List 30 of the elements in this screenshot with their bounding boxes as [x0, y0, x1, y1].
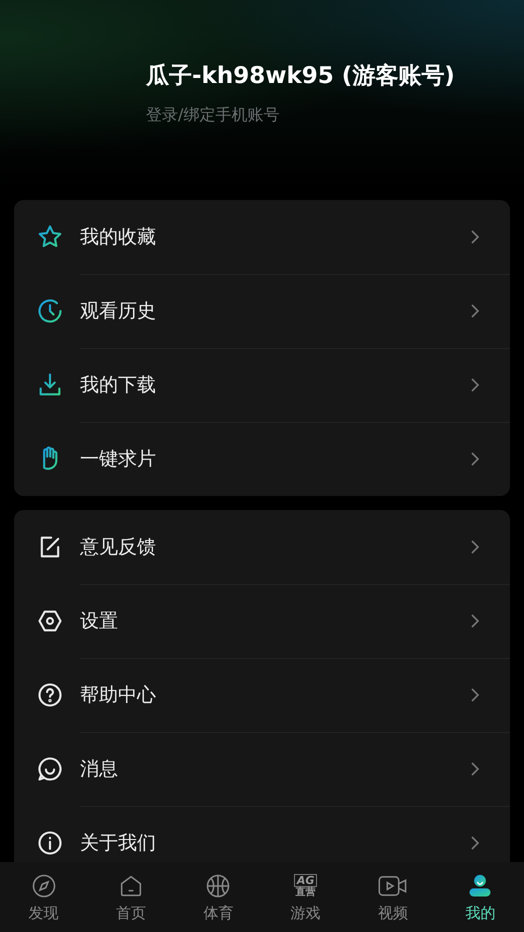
- tab[interactable]: 首页: [87, 862, 175, 932]
- chevron-icon: [470, 229, 480, 245]
- chevron-icon: [470, 377, 480, 393]
- menu-item[interactable]: 观看历史: [14, 274, 510, 348]
- chevron-icon: [470, 539, 480, 555]
- tab[interactable]: 视频: [349, 862, 437, 932]
- tab[interactable]: 发现: [0, 862, 88, 932]
- chevron-icon: [470, 613, 480, 629]
- login-link[interactable]: 登录/绑定手机账号: [146, 105, 280, 126]
- help-icon: [36, 681, 64, 709]
- menu-item[interactable]: 我的下载: [14, 348, 510, 422]
- chevron-icon: [470, 835, 480, 851]
- tab[interactable]: 我的: [436, 862, 524, 932]
- menu-item[interactable]: 意见反馈: [14, 510, 510, 584]
- chevron-icon: [470, 303, 480, 319]
- info-icon: [36, 829, 64, 857]
- menu-item[interactable]: 一键求片: [14, 422, 510, 496]
- tab[interactable]: 体育: [174, 862, 262, 932]
- menu-item[interactable]: 我的收藏: [14, 200, 510, 274]
- chevron-icon: [470, 761, 480, 777]
- chevron-icon: [470, 687, 480, 703]
- menu-item[interactable]: 设置: [14, 584, 510, 658]
- message-icon: [36, 755, 64, 783]
- menu-item[interactable]: 帮助中心: [14, 658, 510, 732]
- user-name: 瓜子-kh98wk95 (游客账号): [146, 62, 455, 91]
- tab[interactable]: AG 直营 游戏: [262, 862, 350, 932]
- clock-icon: [36, 297, 64, 325]
- menu-item[interactable]: 消息: [14, 732, 510, 806]
- chevron-icon: [470, 451, 480, 467]
- menu-item[interactable]: 关于我们: [14, 806, 510, 862]
